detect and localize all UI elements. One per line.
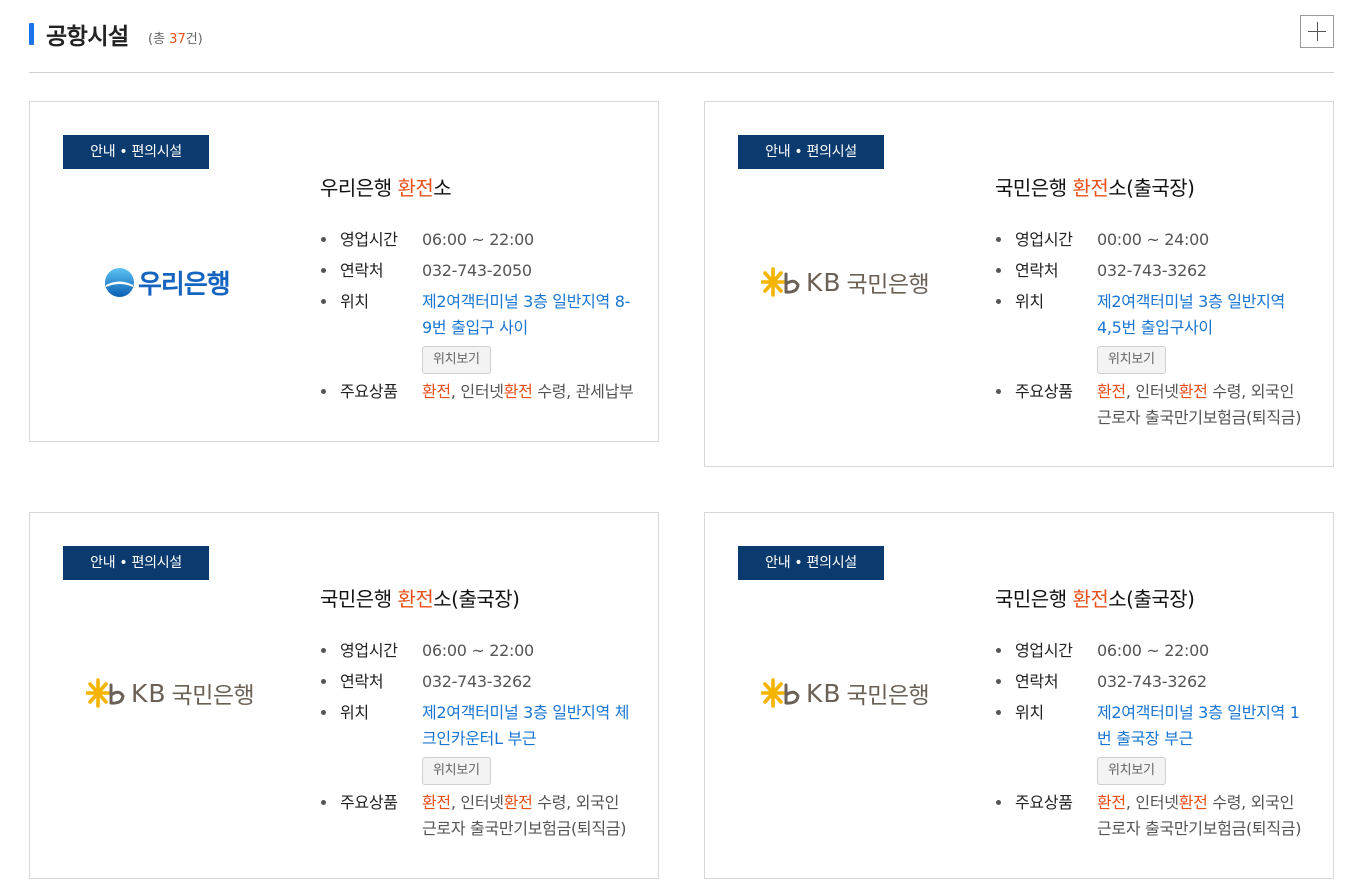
hours-value: 06:00 ~ 22:00 — [422, 641, 534, 660]
location-value: 제2여객터미널 3층 일반지역 8-9번 출입구 사이 — [422, 292, 631, 337]
count-suffix: 건) — [185, 32, 203, 47]
facility-title: 국민은행 환전소(출국장) — [320, 587, 520, 611]
contact-label: 연락처 — [340, 261, 384, 280]
facility-info: 영업시간 06:00 ~ 22:00 연락처 032-743-2050 위치 제2여객… — [320, 227, 650, 410]
contact-value: 032-743-3262 — [1097, 672, 1207, 691]
section-title: 공항시설 — [46, 24, 129, 50]
woori-bank-logo: 우리은행 — [104, 264, 231, 301]
products-label: 주요상품 — [340, 793, 398, 812]
location-value: 제2여객터미널 3층 일반지역 체크인카운터L 부근 — [422, 703, 630, 748]
facility-title: 우리은행 환전소 — [320, 176, 452, 200]
location-label: 위치 — [340, 703, 369, 722]
contact-value: 032-743-3262 — [422, 672, 532, 691]
location-value: 제2여객터미널 3층 일반지역 4,5번 출입구사이 — [1097, 292, 1285, 337]
kb-logo-text: 국민은행 — [846, 272, 930, 298]
facility-card-woori[interactable]: 안내 • 편의시설 우리은행 우리은행 환전소 영업시간 06:00 ~ 22:0… — [29, 101, 659, 442]
info-row-contact: 연락처 032-743-3262 — [995, 258, 1325, 284]
category-badge: 안내 • 편의시설 — [63, 135, 209, 169]
products-value: 환전, 인터넷환전 수령, 관세납부 — [422, 382, 634, 401]
location-label: 위치 — [340, 292, 369, 311]
hours-label: 영업시간 — [340, 641, 398, 660]
info-row-contact: 연락처 032-743-2050 — [320, 258, 650, 284]
info-row-contact: 연락처 032-743-3262 — [320, 669, 650, 695]
info-row-hours: 영업시간 06:00 ~ 22:00 — [320, 227, 650, 253]
hours-value: 06:00 ~ 22:00 — [422, 230, 534, 249]
contact-label: 연락처 — [340, 672, 384, 691]
category-badge: 안내 • 편의시설 — [63, 546, 209, 580]
hours-value: 00:00 ~ 24:00 — [1097, 230, 1209, 249]
info-row-location: 위치 제2여객터미널 3층 일반지역 8-9번 출입구 사이위치보기 — [320, 289, 650, 374]
kb-bank-logo: KB 국민은행 — [761, 265, 930, 299]
title-accent-bar — [29, 23, 34, 45]
kb-star-icon — [761, 678, 800, 708]
info-row-contact: 연락처 032-743-3262 — [995, 669, 1325, 695]
facility-title: 국민은행 환전소(출국장) — [995, 176, 1195, 200]
hours-label: 영업시간 — [1015, 641, 1073, 660]
view-location-button[interactable]: 위치보기 — [422, 757, 491, 785]
info-row-location: 위치 제2여객터미널 3층 일반지역 1번 출국장 부근위치보기 — [995, 700, 1325, 785]
count-number: 37 — [169, 32, 186, 47]
view-location-button[interactable]: 위치보기 — [422, 346, 491, 374]
facility-card-kb-2[interactable]: 안내 • 편의시설 KB 국민은행 국민은행 환전소(출국장) 영업시간 06:0… — [29, 512, 659, 879]
info-row-products: 주요상품 환전, 인터넷환전 수령, 외국인 근로자 출국만기보험금(퇴직금) — [320, 790, 650, 842]
facility-card-kb-1[interactable]: 안내 • 편의시설 KB 국민은행 국민은행 환전소(출국장) 영업시간 00:0… — [704, 101, 1334, 467]
info-row-products: 주요상품 환전, 인터넷환전 수령, 관세납부 — [320, 379, 650, 405]
view-location-button[interactable]: 위치보기 — [1097, 346, 1166, 374]
contact-label: 연락처 — [1015, 261, 1059, 280]
kb-star-icon — [86, 678, 125, 708]
info-row-location: 위치 제2여객터미널 3층 일반지역 4,5번 출입구사이위치보기 — [995, 289, 1325, 374]
kb-logo-latin: KB — [131, 678, 167, 708]
products-label: 주요상품 — [1015, 382, 1073, 401]
facility-card-kb-3[interactable]: 안내 • 편의시설 KB 국민은행 국민은행 환전소(출국장) 영업시간 06:0… — [704, 512, 1334, 879]
kb-star-icon — [761, 267, 800, 297]
hours-label: 영업시간 — [1015, 230, 1073, 249]
view-location-button[interactable]: 위치보기 — [1097, 757, 1166, 785]
section-header: 공항시설 (총 37건) — [29, 14, 1334, 73]
count-prefix: (총 — [148, 32, 170, 47]
kb-bank-logo: KB 국민은행 — [761, 676, 930, 710]
facility-info: 영업시간 06:00 ~ 22:00 연락처 032-743-3262 위치 제2여객… — [320, 638, 650, 847]
products-value: 환전, 인터넷환전 수령, 외국인 근로자 출국만기보험금(퇴직금) — [422, 793, 627, 838]
products-value: 환전, 인터넷환전 수령, 외국인 근로자 출국만기보험금(퇴직금) — [1097, 793, 1302, 838]
kb-bank-logo: KB 국민은행 — [86, 676, 255, 710]
expand-button[interactable] — [1300, 15, 1334, 48]
location-label: 위치 — [1015, 703, 1044, 722]
facility-info: 영업시간 00:00 ~ 24:00 연락처 032-743-3262 위치 제2여객… — [995, 227, 1325, 436]
products-label: 주요상품 — [1015, 793, 1073, 812]
products-value: 환전, 인터넷환전 수령, 외국인 근로자 출국만기보험금(퇴직금) — [1097, 382, 1302, 427]
info-row-products: 주요상품 환전, 인터넷환전 수령, 외국인 근로자 출국만기보험금(퇴직금) — [995, 379, 1325, 431]
products-label: 주요상품 — [340, 382, 398, 401]
kb-logo-latin: KB — [806, 267, 842, 297]
section-count: (총 37건) — [148, 28, 203, 47]
info-row-hours: 영업시간 06:00 ~ 22:00 — [995, 638, 1325, 664]
info-row-hours: 영업시간 06:00 ~ 22:00 — [320, 638, 650, 664]
contact-value: 032-743-2050 — [422, 261, 532, 280]
kb-logo-text: 국민은행 — [846, 683, 930, 709]
facility-info: 영업시간 06:00 ~ 22:00 연락처 032-743-3262 위치 제2여객… — [995, 638, 1325, 847]
location-label: 위치 — [1015, 292, 1044, 311]
contact-value: 032-743-3262 — [1097, 261, 1207, 280]
hours-value: 06:00 ~ 22:00 — [1097, 641, 1209, 660]
kb-logo-latin: KB — [806, 678, 842, 708]
woori-sun-icon — [105, 268, 134, 297]
category-badge: 안내 • 편의시설 — [738, 135, 884, 169]
kb-logo-text: 국민은행 — [171, 683, 255, 709]
info-row-hours: 영업시간 00:00 ~ 24:00 — [995, 227, 1325, 253]
facility-title: 국민은행 환전소(출국장) — [995, 587, 1195, 611]
category-badge: 안내 • 편의시설 — [738, 546, 884, 580]
info-row-products: 주요상품 환전, 인터넷환전 수령, 외국인 근로자 출국만기보험금(퇴직금) — [995, 790, 1325, 842]
contact-label: 연락처 — [1015, 672, 1059, 691]
location-value: 제2여객터미널 3층 일반지역 1번 출국장 부근 — [1097, 703, 1300, 748]
woori-logo-text: 우리은행 — [138, 270, 231, 300]
hours-label: 영업시간 — [340, 230, 398, 249]
info-row-location: 위치 제2여객터미널 3층 일반지역 체크인카운터L 부근위치보기 — [320, 700, 650, 785]
